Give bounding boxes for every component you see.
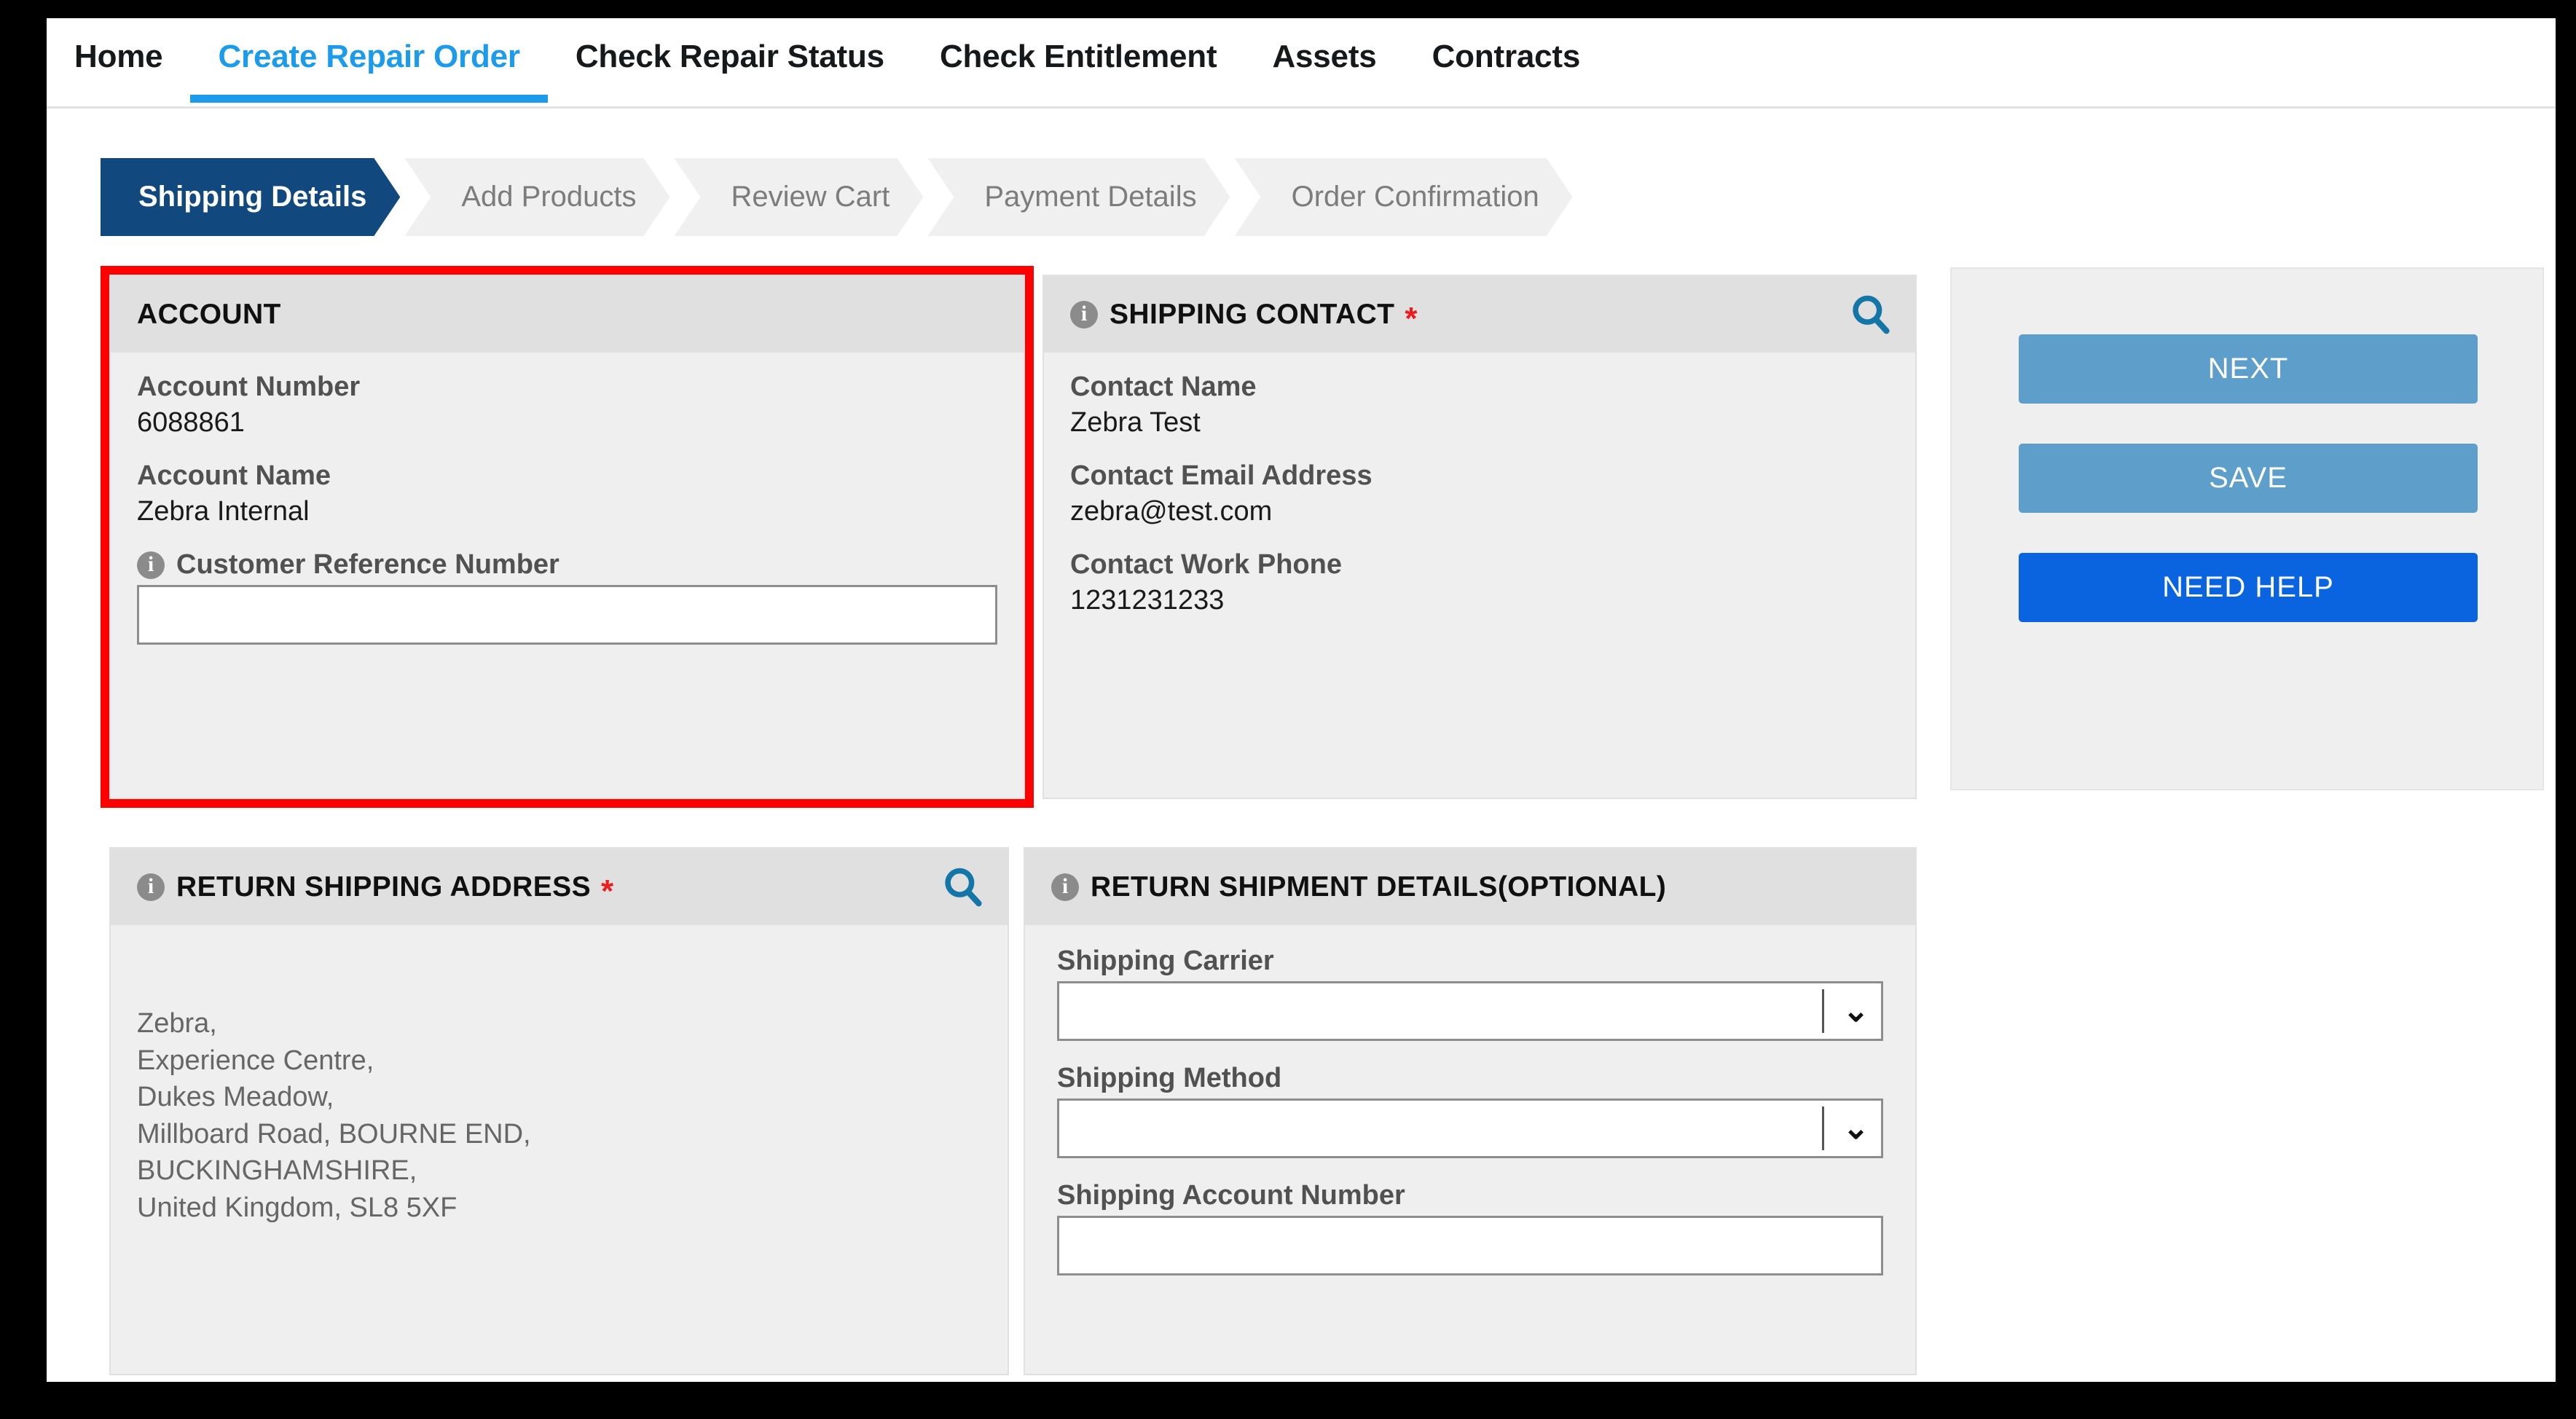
required-marker: * bbox=[601, 873, 614, 909]
contact-name-value: Zebra Test bbox=[1070, 407, 1201, 438]
info-icon[interactable]: i bbox=[137, 873, 165, 901]
shipping-method-label: Shipping Method bbox=[1057, 1063, 1282, 1093]
info-icon[interactable]: i bbox=[1070, 300, 1098, 329]
account-panel-body: Account Number 6088861 Account Name Zebr… bbox=[111, 353, 1024, 667]
nav-item-check-repair-status[interactable]: Check Repair Status bbox=[548, 18, 912, 109]
step-shipping-details[interactable]: Shipping Details bbox=[101, 158, 400, 236]
search-icon[interactable] bbox=[1848, 292, 1893, 337]
customer-reference-number-input[interactable] bbox=[137, 585, 997, 645]
return-shipping-address-panel-header: i RETURN SHIPPING ADDRESS * bbox=[111, 849, 1008, 925]
shipping-contact-panel: i SHIPPING CONTACT * Contact Name Zebra … bbox=[1042, 275, 1917, 799]
contact-work-phone-value: 1231231233 bbox=[1070, 585, 1225, 616]
field-shipping-account-number: Shipping Account Number bbox=[1057, 1180, 1883, 1275]
next-button[interactable]: NEXT bbox=[2019, 334, 2478, 404]
contact-name-label: Contact Name bbox=[1070, 372, 1257, 402]
account-name-value: Zebra Internal bbox=[137, 496, 310, 527]
top-navigation-bar: Home Create Repair Order Check Repair St… bbox=[47, 18, 2556, 109]
shipping-contact-panel-body: Contact Name Zebra Test Contact Email Ad… bbox=[1044, 353, 1915, 638]
field-shipping-carrier: Shipping Carrier ⌄ bbox=[1057, 946, 1883, 1041]
nav-item-list: Home Create Repair Order Check Repair St… bbox=[47, 18, 1608, 109]
field-customer-reference-number: i Customer Reference Number bbox=[137, 549, 997, 645]
select-separator bbox=[1822, 1106, 1824, 1150]
nav-item-assets[interactable]: Assets bbox=[1244, 18, 1404, 109]
application-page: Home Create Repair Order Check Repair St… bbox=[47, 18, 2556, 1382]
chevron-down-icon: ⌄ bbox=[1842, 1110, 1869, 1146]
return-shipment-details-panel-header: i RETURN SHIPMENT DETAILS(OPTIONAL) bbox=[1025, 849, 1915, 925]
customer-reference-number-label: i Customer Reference Number bbox=[137, 549, 997, 581]
return-shipment-details-panel-title: RETURN SHIPMENT DETAILS(OPTIONAL) bbox=[1091, 870, 1667, 903]
info-icon[interactable]: i bbox=[1051, 873, 1079, 901]
return-shipping-address-panel-title: RETURN SHIPPING ADDRESS bbox=[176, 870, 591, 903]
field-contact-name: Contact Name Zebra Test bbox=[1070, 372, 1889, 439]
save-button[interactable]: SAVE bbox=[2019, 444, 2478, 513]
step-review-cart[interactable]: Review Cart bbox=[675, 158, 924, 236]
account-panel: ACCOUNT Account Number 6088861 Account N… bbox=[109, 275, 1025, 799]
field-contact-email-address: Contact Email Address zebra@test.com bbox=[1070, 460, 1889, 527]
screenshot-frame: Home Create Repair Order Check Repair St… bbox=[0, 0, 2576, 1419]
step-add-products[interactable]: Add Products bbox=[404, 158, 669, 236]
need-help-button[interactable]: NEED HELP bbox=[2019, 553, 2478, 622]
shipping-contact-panel-header: i SHIPPING CONTACT * bbox=[1044, 276, 1915, 353]
action-button-panel: NEXT SAVE NEED HELP bbox=[1950, 267, 2544, 790]
shipping-method-select[interactable]: ⌄ bbox=[1057, 1098, 1883, 1158]
return-shipping-address-text: Zebra, Experience Centre, Dukes Meadow, … bbox=[137, 1008, 531, 1223]
field-account-number: Account Number 6088861 bbox=[137, 372, 997, 439]
nav-item-create-repair-order[interactable]: Create Repair Order bbox=[190, 18, 549, 109]
field-shipping-method: Shipping Method ⌄ bbox=[1057, 1063, 1883, 1158]
return-shipping-address-panel-body: Zebra, Experience Centre, Dukes Meadow, … bbox=[111, 925, 1008, 1248]
shipping-carrier-label: Shipping Carrier bbox=[1057, 946, 1274, 976]
account-number-label: Account Number bbox=[137, 372, 361, 402]
account-number-value: 6088861 bbox=[137, 407, 245, 438]
chevron-down-icon: ⌄ bbox=[1842, 993, 1869, 1029]
wizard-step-bar: Shipping Details Add Products Review Car… bbox=[101, 158, 1577, 236]
step-payment-details[interactable]: Payment Details bbox=[927, 158, 1230, 236]
account-name-label: Account Name bbox=[137, 460, 331, 491]
contact-email-address-value: zebra@test.com bbox=[1070, 496, 1273, 527]
return-shipment-details-panel-body: Shipping Carrier ⌄ Shipping Method ⌄ Shi… bbox=[1025, 925, 1915, 1297]
shipping-account-number-label: Shipping Account Number bbox=[1057, 1180, 1405, 1211]
field-account-name: Account Name Zebra Internal bbox=[137, 460, 997, 527]
account-panel-header: ACCOUNT bbox=[111, 276, 1024, 353]
return-shipping-address-panel: i RETURN SHIPPING ADDRESS * Zebra, Exper… bbox=[109, 847, 1009, 1375]
customer-reference-number-label-text: Customer Reference Number bbox=[176, 549, 559, 580]
nav-item-check-entitlement[interactable]: Check Entitlement bbox=[912, 18, 1244, 109]
shipping-contact-panel-title: SHIPPING CONTACT bbox=[1110, 298, 1395, 330]
contact-email-address-label: Contact Email Address bbox=[1070, 460, 1373, 491]
return-shipment-details-panel: i RETURN SHIPMENT DETAILS(OPTIONAL) Ship… bbox=[1024, 847, 1917, 1375]
shipping-carrier-select[interactable]: ⌄ bbox=[1057, 981, 1883, 1041]
search-icon[interactable] bbox=[941, 865, 986, 910]
account-panel-title: ACCOUNT bbox=[137, 298, 281, 330]
select-separator bbox=[1822, 989, 1824, 1033]
shipping-account-number-input[interactable] bbox=[1057, 1216, 1883, 1275]
required-marker: * bbox=[1405, 300, 1418, 337]
step-order-confirmation[interactable]: Order Confirmation bbox=[1235, 158, 1573, 236]
contact-work-phone-label: Contact Work Phone bbox=[1070, 549, 1342, 580]
nav-item-home[interactable]: Home bbox=[47, 18, 190, 109]
nav-item-contracts[interactable]: Contracts bbox=[1405, 18, 1609, 109]
field-contact-work-phone: Contact Work Phone 1231231233 bbox=[1070, 549, 1889, 616]
info-icon[interactable]: i bbox=[137, 551, 165, 579]
